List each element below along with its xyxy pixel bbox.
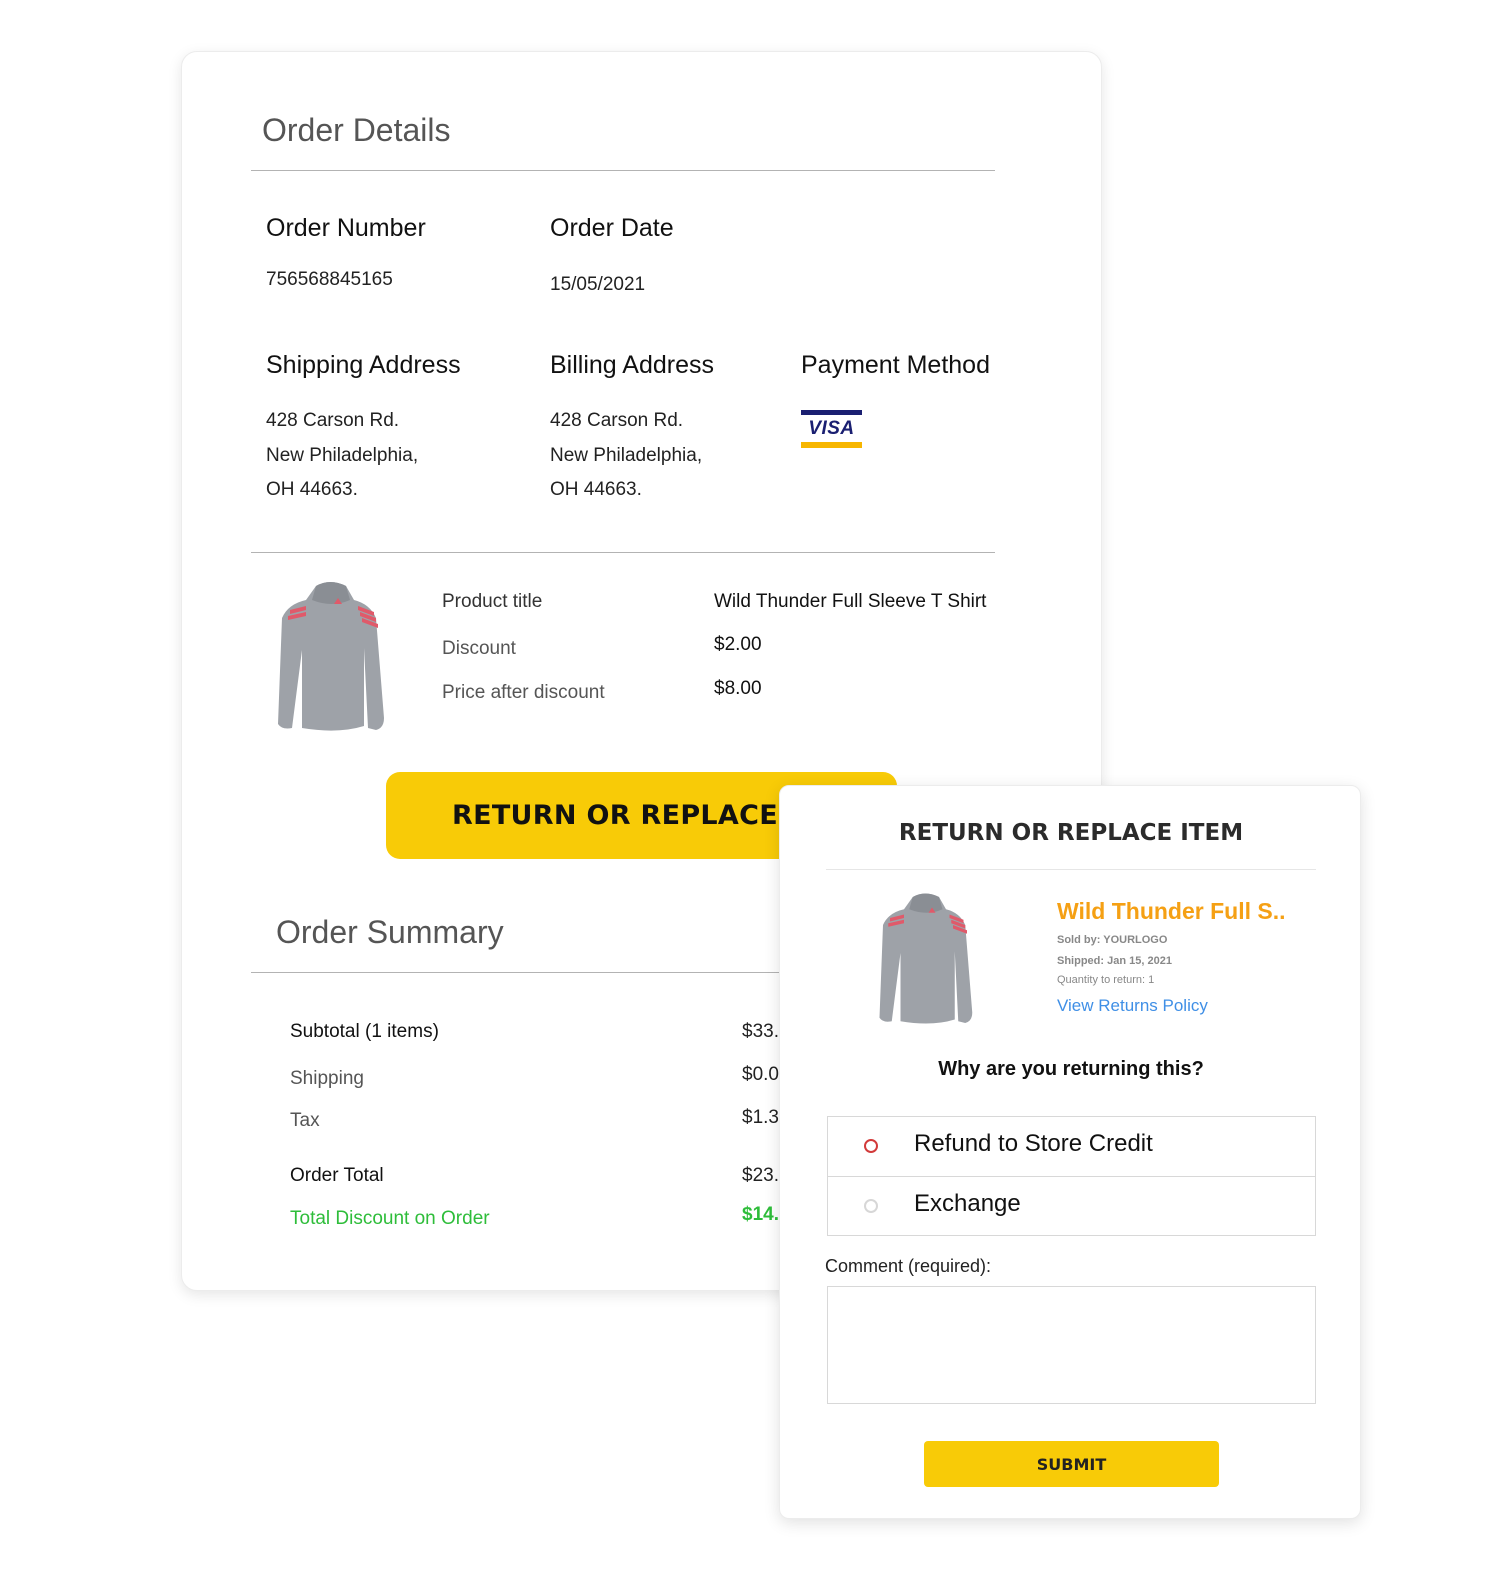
shipping-value: $0.0: [742, 1064, 779, 1085]
quantity-to-return: Quantity to return: 1: [1057, 974, 1155, 986]
product-title-value: Wild Thunder Full Sleeve T Shirt: [714, 591, 987, 612]
order-total-value: $23.: [742, 1165, 779, 1186]
shipping-address-line: 428 Carson Rd.: [266, 410, 400, 431]
modal-divider: [826, 869, 1316, 870]
comment-textarea[interactable]: [827, 1286, 1316, 1404]
product-title-label: Product title: [442, 591, 543, 612]
hoodie-jacket-image: [278, 582, 384, 731]
view-returns-policy-link[interactable]: View Returns Policy: [1057, 996, 1208, 1016]
total-discount-value: $14.: [742, 1204, 779, 1225]
order-number-value: 756568845165: [266, 269, 393, 290]
billing-address-label: Billing Address: [550, 351, 714, 379]
total-discount-label: Total Discount on Order: [290, 1208, 490, 1229]
order-date-label: Order Date: [550, 214, 674, 242]
shipping-label: Shipping: [290, 1068, 364, 1089]
order-details-title: Order Details: [262, 112, 451, 148]
billing-address-line: OH 44663.: [550, 479, 642, 500]
order-summary-title: Order Summary: [276, 914, 504, 950]
hoodie-jacket-thumbnail: [879, 893, 973, 1024]
tax-value: $1.3: [742, 1107, 779, 1128]
visa-brand-text: VISA: [808, 418, 855, 439]
return-replace-modal: RETURN OR REPLACE ITEM Wild Thunder Full…: [779, 785, 1361, 1519]
modal-product-title: Wild Thunder Full S..: [1057, 898, 1286, 924]
order-date-value: 15/05/2021: [550, 274, 646, 295]
option-label: Exchange: [914, 1190, 1021, 1217]
address-divider: [251, 552, 995, 553]
order-number-label: Order Number: [266, 214, 426, 242]
shipped-date: Shipped: Jan 15, 2021: [1057, 955, 1172, 967]
radio-unselected-icon[interactable]: [864, 1199, 878, 1213]
option-label: Refund to Store Credit: [914, 1130, 1153, 1157]
order-details-divider: [251, 170, 995, 171]
tax-label: Tax: [290, 1110, 320, 1131]
discount-value: $2.00: [714, 634, 762, 655]
option-exchange[interactable]: Exchange: [828, 1176, 1315, 1235]
visa-top-stripe: [801, 410, 862, 415]
billing-address-line: New Philadelphia,: [550, 444, 703, 466]
shipping-address-line: OH 44663.: [266, 479, 358, 500]
shipping-address-line: New Philadelphia,: [266, 444, 419, 466]
comment-label: Comment (required):: [825, 1256, 992, 1276]
return-options: Refund to Store Credit Exchange: [827, 1116, 1316, 1236]
shipping-address-label: Shipping Address: [266, 351, 461, 379]
discount-label: Discount: [442, 638, 516, 659]
billing-address: 428 Carson Rd. New Philadelphia, OH 4466…: [550, 404, 702, 508]
option-refund-store-credit[interactable]: Refund to Store Credit: [828, 1117, 1315, 1176]
subtotal-value: $33.: [742, 1021, 779, 1042]
subtotal-label: Subtotal (1 items): [290, 1021, 439, 1042]
modal-title: RETURN OR REPLACE ITEM: [898, 820, 1244, 846]
radio-selected-icon[interactable]: [864, 1139, 878, 1153]
sold-by: Sold by: YOURLOGO: [1057, 934, 1168, 946]
price-after-discount-label: Price after discount: [442, 682, 605, 703]
payment-method-label: Payment Method: [801, 351, 990, 379]
submit-button[interactable]: SUBMIT: [924, 1441, 1219, 1487]
order-summary-divider: [251, 972, 781, 973]
visa-bottom-stripe: [801, 442, 862, 448]
order-total-label: Order Total: [290, 1165, 384, 1186]
return-reason-question: Why are you returning this?: [938, 1058, 1204, 1080]
shipping-address: 428 Carson Rd. New Philadelphia, OH 4466…: [266, 404, 418, 508]
price-after-discount-value: $8.00: [714, 678, 762, 699]
visa-card-icon: VISA: [801, 410, 862, 448]
billing-address-line: 428 Carson Rd.: [550, 410, 684, 431]
